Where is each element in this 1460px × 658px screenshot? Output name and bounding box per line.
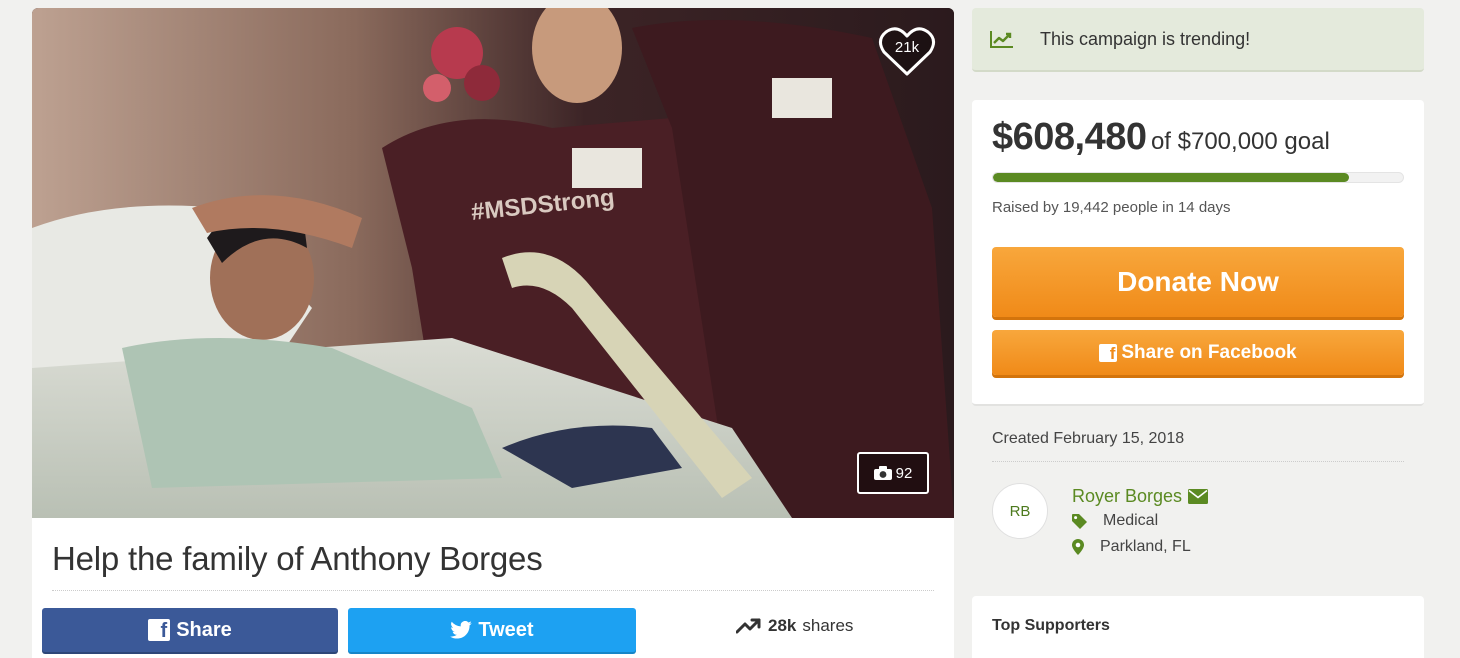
tweet-button[interactable]: Tweet: [348, 608, 636, 652]
facebook-icon: f: [1099, 343, 1118, 362]
camera-icon: [873, 466, 892, 480]
donor-count: Raised by 19,442 people in 14 days: [992, 199, 1231, 216]
organizer-avatar: RB: [992, 483, 1048, 539]
photo-gallery-button[interactable]: 92: [857, 452, 929, 494]
progress-bar: [992, 172, 1404, 183]
title-divider: [52, 590, 934, 591]
share-button-label: Share: [176, 618, 232, 641]
campaign-location: Parkland, FL: [1072, 538, 1191, 556]
amount-raised-line: $608,480 of $700,000 goal: [992, 116, 1330, 159]
created-date: Created February 15, 2018: [992, 430, 1185, 447]
share-count-suffix: shares: [802, 616, 854, 635]
trending-banner: This campaign is trending!: [972, 8, 1424, 72]
organizer-name: Royer Borges: [1072, 486, 1183, 506]
amount-raised: $608,480: [992, 116, 1147, 158]
organizer-name-link[interactable]: Royer Borges: [1072, 486, 1209, 507]
map-pin-icon: [1072, 539, 1084, 555]
tweet-button-label: Tweet: [478, 618, 534, 641]
top-supporters-panel: Top Supporters: [972, 596, 1424, 658]
social-share-bar: f Share Tweet 28k shares: [32, 594, 954, 658]
twitter-bird-icon: [450, 621, 473, 639]
organizer-divider: [992, 461, 1404, 462]
trending-chart-icon: [990, 31, 1013, 48]
share-count-value: 28k: [768, 616, 797, 635]
goal-amount: of $700,000 goal: [1150, 128, 1330, 155]
top-supporters-heading: Top Supporters: [992, 617, 1110, 634]
donate-now-button[interactable]: Donate Now: [992, 247, 1404, 317]
share-on-facebook-button[interactable]: f Share on Facebook: [992, 330, 1404, 375]
tag-icon: [1072, 513, 1087, 529]
campaign-title: Help the family of Anthony Borges: [52, 540, 543, 577]
trending-arrow-icon: [736, 618, 761, 634]
facebook-share-button[interactable]: f Share: [42, 608, 338, 652]
trending-text: This campaign is trending!: [1040, 28, 1251, 49]
share-on-facebook-label: Share on Facebook: [1121, 341, 1297, 363]
campaign-category: Medical: [1072, 512, 1158, 530]
hospital-photo: #MSDStrong: [32, 8, 954, 518]
donation-card: $608,480 of $700,000 goal Raised by 19,4…: [972, 100, 1424, 406]
share-count: 28k shares: [736, 616, 853, 636]
campaign-hero-image[interactable]: #MSDStrong 21k 92: [32, 8, 954, 518]
campaign-title-card: Help the family of Anthony Borges: [32, 518, 954, 594]
category-label: Medical: [1103, 512, 1159, 529]
like-heart-button[interactable]: 21k: [878, 24, 936, 78]
envelope-icon[interactable]: [1188, 489, 1209, 504]
like-count: 21k: [894, 39, 920, 56]
facebook-icon: f: [148, 619, 171, 641]
progress-bar-fill: [993, 173, 1350, 182]
photo-count-label: 92: [895, 464, 913, 482]
location-label: Parkland, FL: [1100, 538, 1191, 555]
